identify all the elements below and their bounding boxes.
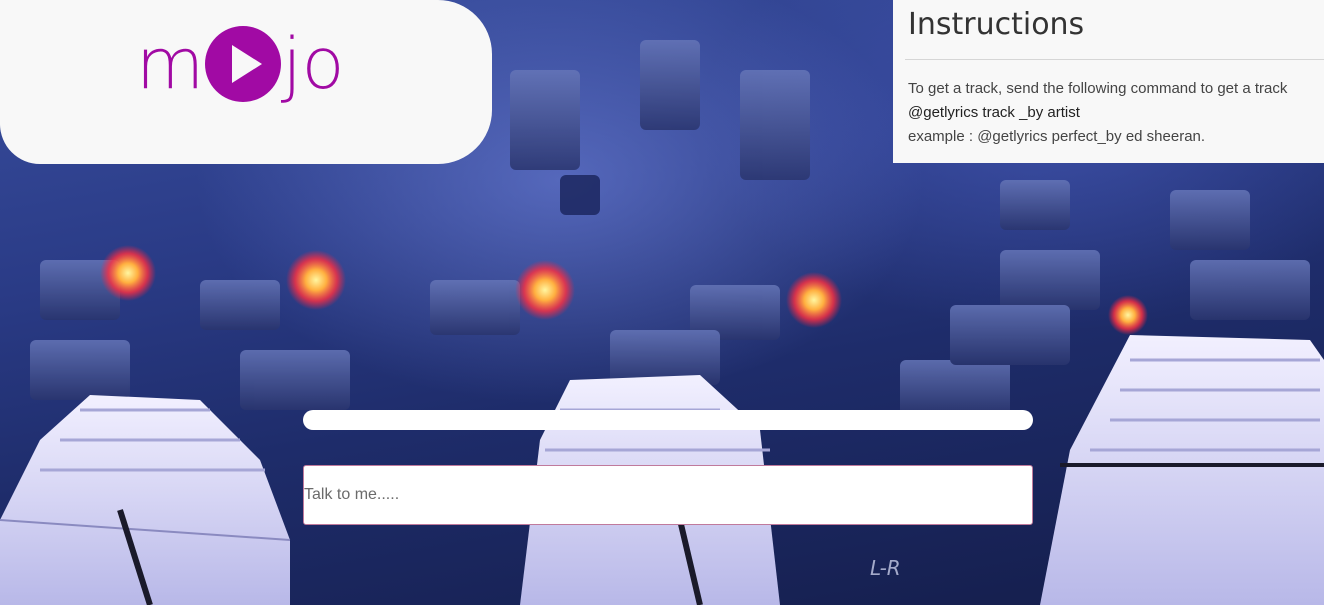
instructions-title: Instructions — [908, 7, 1085, 42]
logo-text-left: m — [136, 23, 205, 105]
chat-input[interactable] — [303, 465, 1033, 525]
instructions-example: example : @getlyrics perfect_by ed sheer… — [908, 128, 1206, 145]
play-circle-icon — [205, 26, 282, 102]
instructions-command: @getlyrics track _by artist — [908, 104, 1080, 121]
logo-card: m jo — [0, 0, 492, 164]
progress-fill — [303, 410, 1033, 430]
instructions-divider — [905, 59, 1324, 60]
instructions-line-1: To get a track, send the following comma… — [908, 80, 1288, 97]
instructions-panel: Instructions To get a track, send the fo… — [893, 0, 1324, 163]
svg-text:L-R: L-R — [870, 556, 901, 580]
app-logo[interactable]: m jo — [136, 16, 344, 112]
logo-text-right: jo — [282, 23, 345, 105]
progress-bar — [303, 410, 1033, 430]
